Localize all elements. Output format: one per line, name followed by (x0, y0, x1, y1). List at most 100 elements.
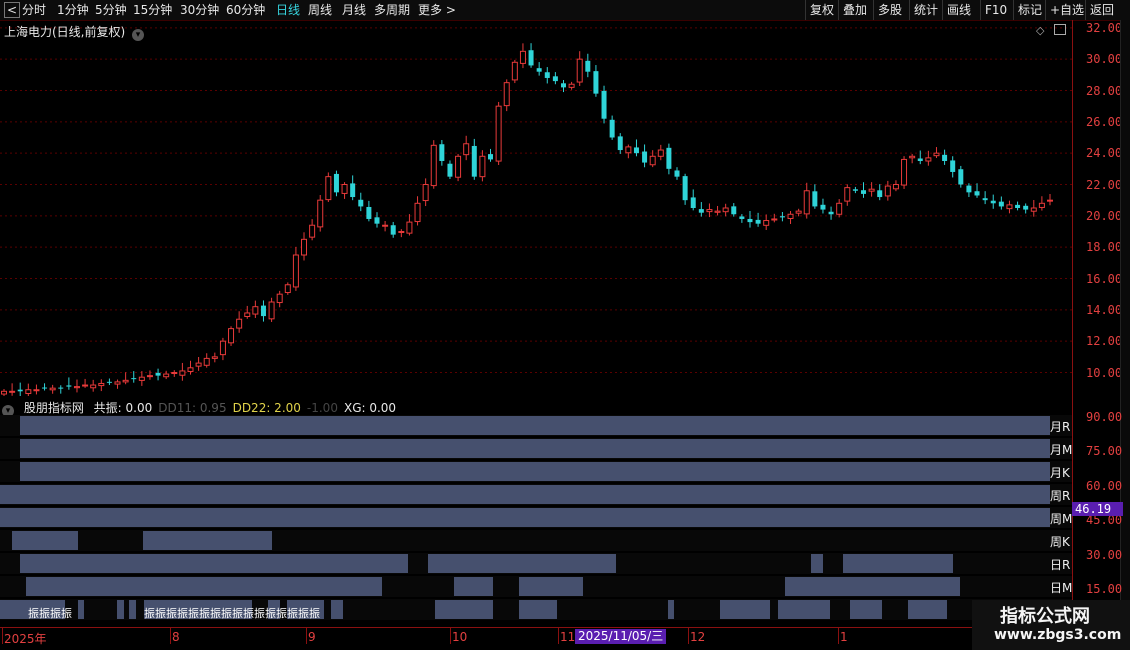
candle-body[interactable] (925, 157, 932, 162)
toolbar-button-4[interactable]: 画线 (947, 2, 971, 18)
candle-body[interactable] (358, 199, 364, 207)
candle-body[interactable] (642, 151, 648, 163)
candle-body[interactable] (892, 184, 899, 190)
candle-body[interactable] (131, 378, 137, 380)
candle-body[interactable] (463, 143, 470, 156)
candle-body[interactable] (90, 384, 97, 389)
candle-body[interactable] (917, 158, 923, 161)
candle-body[interactable] (58, 387, 64, 389)
candle-body[interactable] (228, 328, 235, 344)
candle-body[interactable] (974, 191, 980, 196)
candle-body[interactable] (625, 146, 632, 154)
toolbar-button-0[interactable]: 复权 (810, 2, 834, 18)
candle-body[interactable] (1047, 199, 1053, 202)
candle-body[interactable] (244, 312, 251, 317)
candle-body[interactable] (171, 372, 178, 374)
candle-body[interactable] (195, 362, 202, 367)
toolbar-button-1[interactable]: 叠加 (843, 2, 867, 18)
candlestick-chart[interactable] (0, 20, 1072, 397)
toolbar-button-7[interactable]: +自选 (1050, 2, 1084, 18)
toolbar-button-3[interactable]: 统计 (914, 2, 938, 18)
period-tab-3[interactable]: 15分钟 (133, 2, 172, 18)
candle-body[interactable] (25, 389, 32, 394)
candle-body[interactable] (942, 154, 948, 161)
candle-body[interactable] (933, 152, 940, 157)
candle-body[interactable] (803, 190, 810, 215)
candle-body[interactable] (390, 225, 396, 235)
candle-body[interactable] (544, 72, 550, 78)
candle-body[interactable] (414, 202, 421, 223)
chevron-down-icon[interactable]: ▾ (132, 29, 145, 41)
period-tab-0[interactable]: 分时 (22, 2, 46, 18)
candle-body[interactable] (268, 301, 275, 320)
candle-body[interactable] (609, 119, 615, 138)
candle-body[interactable] (657, 149, 664, 157)
period-tab-5[interactable]: 60分钟 (226, 2, 265, 18)
candle-body[interactable] (585, 60, 591, 72)
candle-body[interactable] (284, 284, 291, 294)
candle-body[interactable] (617, 136, 623, 151)
period-tab-4[interactable]: 30分钟 (180, 2, 219, 18)
candle-body[interactable] (682, 176, 688, 201)
candle-body[interactable] (366, 206, 372, 219)
candle-body[interactable] (828, 211, 834, 215)
candle-body[interactable] (155, 372, 161, 376)
candle-body[interactable] (106, 381, 112, 383)
candle-body[interactable] (519, 50, 526, 64)
candle-body[interactable] (276, 293, 283, 304)
candle-body[interactable] (779, 216, 785, 218)
candle-body[interactable] (536, 68, 542, 72)
candle-body[interactable] (812, 191, 818, 207)
candle-body[interactable] (593, 71, 599, 94)
candle-body[interactable] (260, 305, 266, 317)
candle-body[interactable] (998, 201, 1004, 207)
candle-body[interactable] (146, 375, 153, 378)
panel-maximize-icon[interactable] (1054, 24, 1066, 35)
candle-body[interactable] (138, 376, 145, 381)
candle-body[interactable] (309, 224, 316, 238)
period-tab-9[interactable]: 多周期 (374, 2, 410, 18)
candle-body[interactable] (301, 238, 308, 256)
candle-body[interactable] (820, 204, 826, 210)
candle-body[interactable] (422, 184, 429, 202)
candle-body[interactable] (33, 389, 40, 392)
candle-body[interactable] (861, 190, 867, 194)
candle-body[interactable] (1015, 204, 1021, 208)
toolbar-button-5[interactable]: F10 (985, 2, 1007, 18)
candle-body[interactable] (374, 217, 380, 224)
candle-body[interactable] (122, 379, 129, 383)
indicator-panel[interactable]: 月R 月M 月K 周R 周M 周K 日R 日M 振振振振 振振振振振振振振振振振振振振振振 (0, 397, 1072, 622)
back-icon[interactable]: < (4, 2, 20, 18)
candle-body[interactable] (430, 144, 437, 187)
candle-body[interactable] (488, 154, 494, 160)
candle-body[interactable] (852, 189, 858, 191)
candle-body[interactable] (690, 197, 696, 208)
toolbar-button-2[interactable]: 多股 (878, 2, 902, 18)
candle-body[interactable] (576, 58, 583, 83)
candle-body[interactable] (471, 145, 477, 177)
toolbar-button-8[interactable]: 返回 (1090, 2, 1114, 18)
candle-body[interactable] (333, 173, 339, 193)
candle-body[interactable] (787, 213, 794, 219)
candle-body[interactable] (568, 83, 575, 88)
candle-body[interactable] (836, 202, 843, 215)
candle-body[interactable] (844, 187, 851, 202)
candle-body[interactable] (82, 384, 89, 387)
candle-body[interactable] (252, 306, 259, 315)
candle-body[interactable] (698, 209, 704, 213)
candle-body[interactable] (503, 82, 510, 107)
candle-body[interactable] (350, 183, 356, 198)
candle-body[interactable] (455, 155, 462, 178)
candle-body[interactable] (236, 318, 243, 329)
candle-body[interactable] (714, 210, 721, 213)
candle-body[interactable] (731, 206, 737, 215)
candle-body[interactable] (958, 169, 964, 185)
period-tab-2[interactable]: 5分钟 (95, 2, 127, 18)
candle-body[interactable] (382, 224, 389, 227)
candle-body[interactable] (901, 158, 908, 186)
candle-body[interactable] (868, 188, 875, 192)
candle-body[interactable] (1023, 205, 1029, 210)
period-tab-1[interactable]: 1分钟 (57, 2, 89, 18)
period-tab-8[interactable]: 月线 (342, 2, 366, 18)
candle-body[interactable] (552, 76, 558, 82)
